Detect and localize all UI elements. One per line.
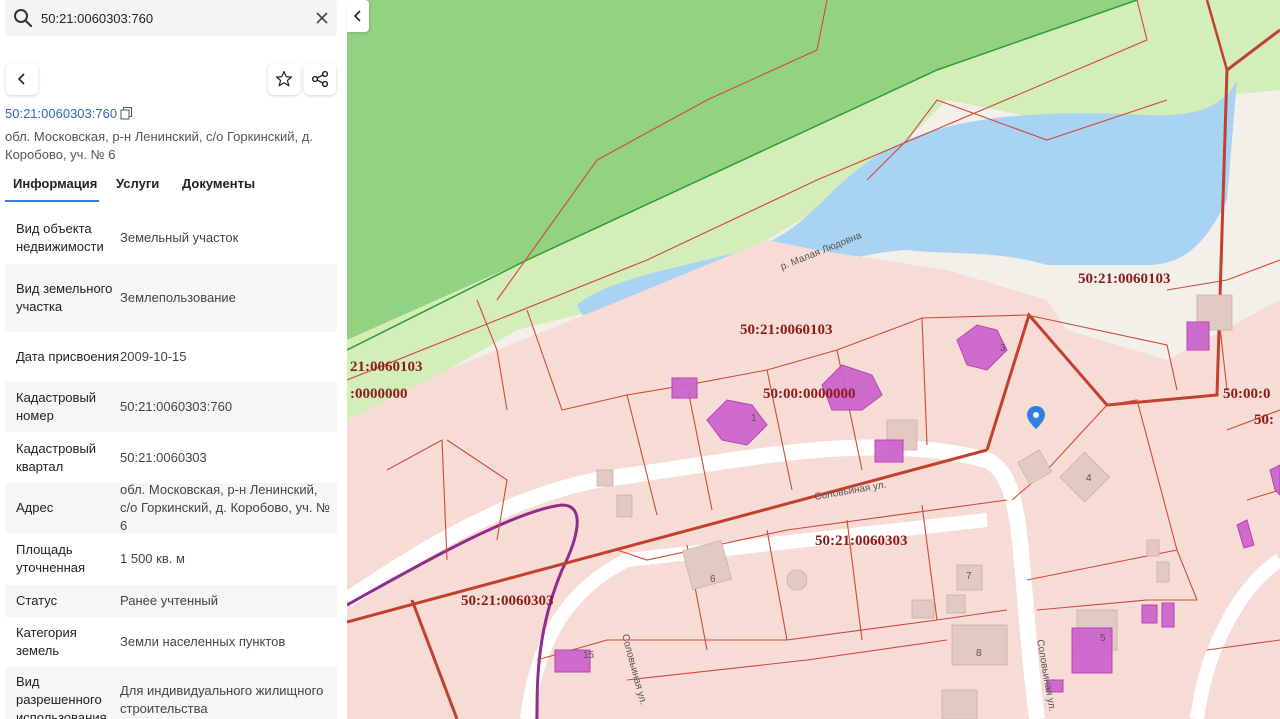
info-value: 50:21:0060303:760 (120, 399, 233, 414)
info-row: Адрес обл. Московская, р-н Ленинский, с/… (5, 482, 337, 533)
info-row: Вид земельного участка Землепользование (5, 264, 337, 332)
back-button[interactable] (6, 63, 38, 95)
house-number: 4 (1086, 473, 1092, 484)
info-key: Категория земель (16, 625, 77, 658)
collapse-sidebar-button[interactable] (347, 0, 369, 32)
info-key: Адрес (16, 500, 54, 515)
info-row: Кадастровый номер 50:21:0060303:760 (5, 382, 337, 432)
star-icon (275, 70, 293, 87)
active-tab-indicator (5, 200, 99, 202)
tab-documents[interactable]: Документы (182, 176, 255, 191)
info-key: Вид разрешенного использования (16, 674, 107, 719)
info-key: Кадастровый номер (16, 390, 97, 423)
house-number: 7 (966, 571, 972, 582)
search-bar (5, 0, 337, 36)
info-value: Ранее учтенный (120, 593, 218, 608)
info-row: Площадь уточненная 1 500 кв. м (5, 533, 337, 585)
tab-info[interactable]: Информация (13, 176, 97, 191)
info-value: Для индивидуального жилищного строительс… (120, 683, 324, 716)
info-table: Вид объекта недвижимости Земельный участ… (5, 212, 337, 719)
search-input[interactable] (41, 0, 301, 36)
info-key: Дата присвоения (16, 349, 120, 364)
cadastral-number-link[interactable]: 50:21:0060303:760 (5, 106, 117, 121)
quarter-label: 50:00:0 (1223, 386, 1271, 402)
sidebar: 50:21:0060303:760 обл. Московская, р-н Л… (0, 0, 347, 719)
info-value: Землепользование (120, 290, 236, 305)
info-value: Земельный участок (120, 230, 239, 245)
info-key: Вид объекта недвижимости (16, 221, 104, 254)
map-canvas[interactable]: 1 3 4 5 6 7 8 15 Соловьиная ул. Соловьин… (347, 0, 1280, 719)
info-key: Статус (16, 593, 58, 608)
share-button[interactable] (304, 63, 336, 95)
quarter-label: 50:00:0000000 (763, 386, 856, 402)
house-number: 6 (710, 574, 716, 585)
info-value: Земли населенных пунктов (120, 634, 286, 649)
quarter-label: 50:21:0060103 (1078, 271, 1171, 287)
house-number: 1 (751, 413, 757, 424)
quarter-label: 50:21:0060303 (815, 533, 908, 549)
parcel-address: обл. Московская, р-н Ленинский, с/о Горк… (5, 129, 313, 162)
tab-services[interactable]: Услуги (116, 176, 159, 191)
house-number: 15 (583, 650, 595, 661)
share-icon (311, 70, 329, 88)
house-number: 5 (1100, 633, 1106, 644)
info-row: Статус Ранее учтенный (5, 585, 337, 617)
cadastral-map[interactable]: 1 3 4 5 6 7 8 15 Соловьиная ул. Соловьин… (347, 0, 1280, 719)
info-value: 50:21:0060303 (120, 449, 207, 465)
info-row: Кадастровый квартал 50:21:0060303 (5, 432, 337, 483)
info-key: Площадь уточненная (16, 542, 86, 575)
info-key: Вид земельного участка (16, 281, 113, 314)
quarter-label: 50: (1254, 412, 1274, 428)
info-row: Категория земель Земли населенных пункто… (5, 617, 337, 667)
quarter-label: 21:0060103 (350, 359, 423, 375)
copy-icon[interactable] (120, 107, 133, 120)
favorite-button[interactable] (268, 63, 300, 95)
tab-bar: Информация Услуги Документы (5, 172, 337, 204)
quarter-label: 50:21:0060303 (461, 593, 554, 609)
info-value: 1 500 кв. м (120, 551, 185, 566)
info-value: обл. Московская, р-н Ленинский, с/о Горк… (120, 482, 331, 533)
quarter-label: :0000000 (350, 386, 408, 402)
search-icon[interactable] (13, 8, 33, 28)
house-number: 8 (976, 648, 982, 659)
info-row: Вид разрешенного использования Для индив… (5, 667, 337, 719)
chevron-left-icon (353, 10, 361, 22)
info-row: Дата присвоения 2009-10-15 (5, 332, 337, 382)
chevron-left-icon (17, 73, 25, 85)
info-value: 2009-10-15 (120, 349, 187, 364)
quarter-label: 50:21:0060103 (740, 322, 833, 338)
info-key: Кадастровый квартал (16, 440, 97, 474)
house-number: 3 (1000, 343, 1006, 354)
info-row: Вид объекта недвижимости Земельный участ… (5, 212, 337, 264)
close-icon[interactable] (313, 9, 331, 27)
